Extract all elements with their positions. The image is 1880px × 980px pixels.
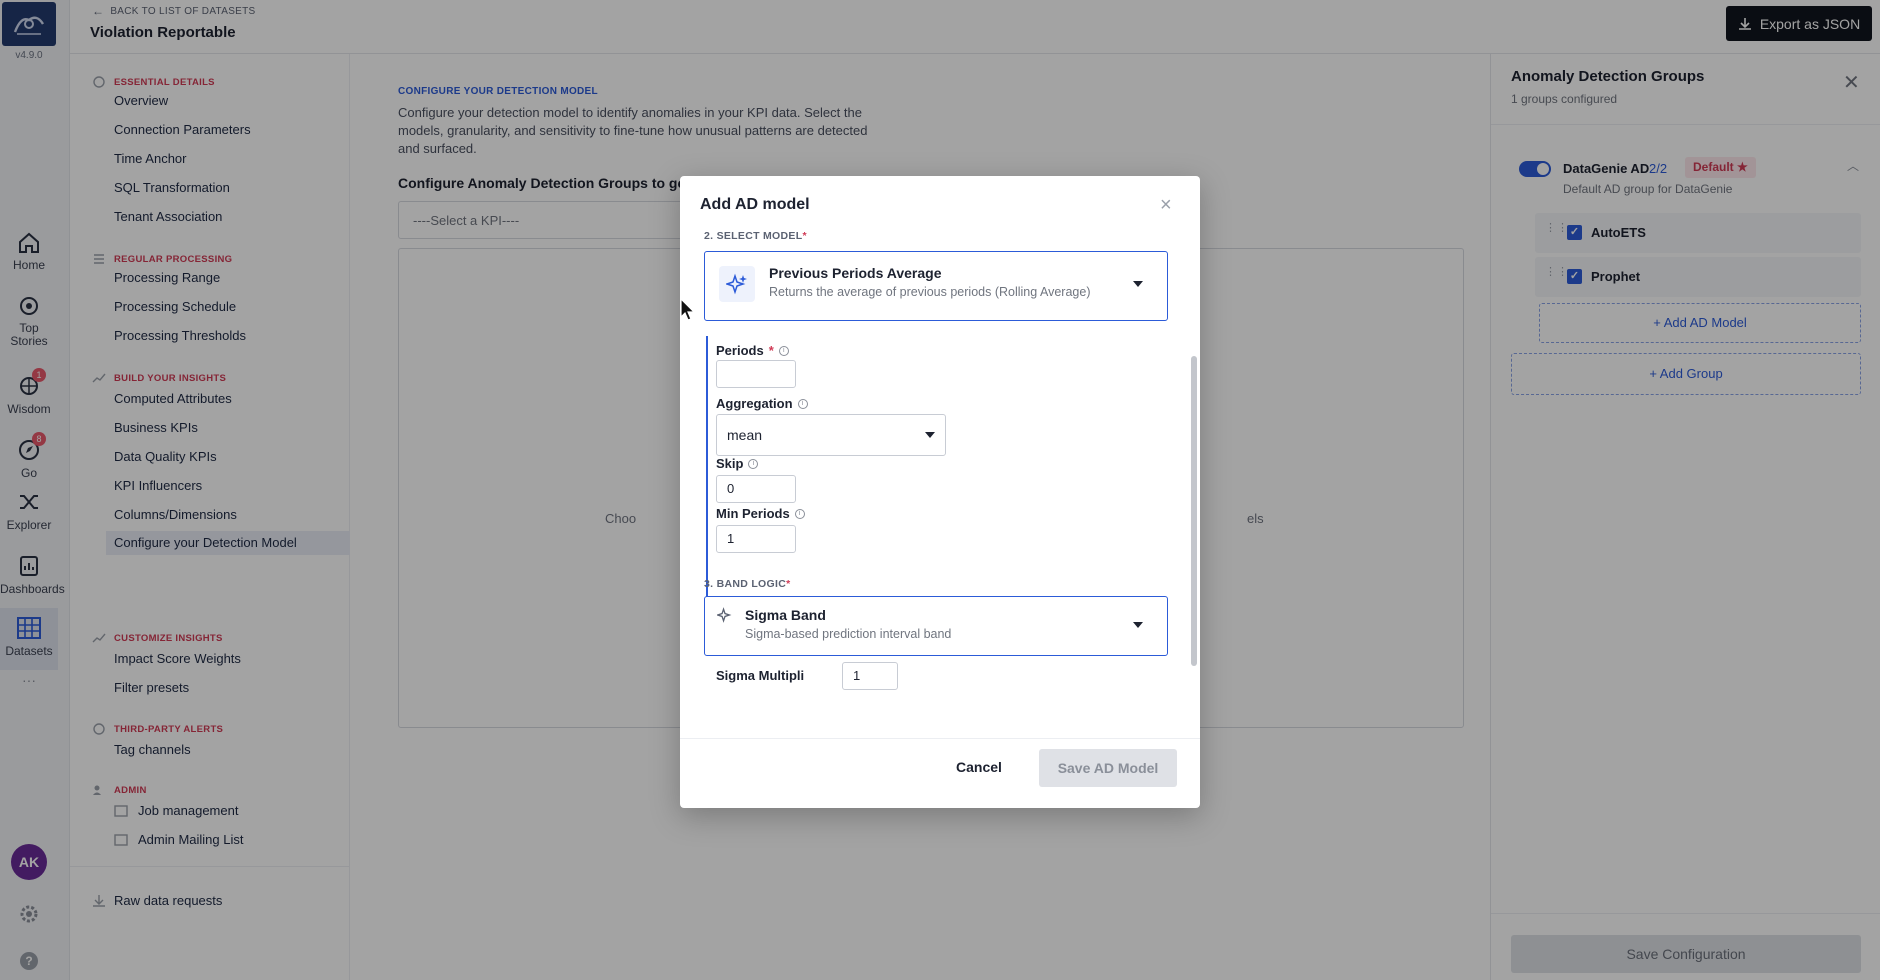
skip-label: Skip i — [716, 456, 759, 471]
close-icon[interactable]: × — [1160, 194, 1172, 217]
model-description: Returns the average of previous periods … — [769, 285, 1091, 299]
required-marker: * — [802, 230, 807, 242]
model-select[interactable]: Previous Periods Average Returns the ave… — [704, 251, 1168, 321]
save-ad-model-button[interactable]: Save AD Model — [1039, 749, 1177, 787]
aggregation-label-text: Aggregation — [716, 396, 793, 411]
dialog-title: Add AD model — [700, 196, 810, 213]
step-band-logic: 3. BAND LOGIC* — [704, 578, 790, 590]
add-ad-model-dialog: Add AD model × 2. SELECT MODEL* Previous… — [680, 176, 1200, 808]
aggregation-label: Aggregation i — [716, 396, 808, 411]
dialog-footer: Cancel Save AD Model — [680, 738, 1200, 808]
caret-down-icon — [925, 432, 935, 438]
min-periods-label-text: Min Periods — [716, 506, 790, 521]
aggregation-value: mean — [727, 427, 763, 443]
periods-label-text: Periods — [716, 343, 764, 358]
params-accent-bar — [706, 336, 708, 604]
min-periods-input[interactable]: 1 — [716, 525, 796, 553]
periods-label: Periods * i — [716, 343, 789, 358]
info-icon[interactable]: i — [794, 508, 805, 519]
caret-down-icon — [1133, 281, 1143, 287]
info-icon[interactable]: i — [748, 458, 759, 469]
periods-input[interactable] — [716, 360, 796, 388]
sparkles-icon — [719, 266, 755, 302]
sparkles-icon — [715, 607, 733, 628]
band-logic-select[interactable]: Sigma Band Sigma-based prediction interv… — [704, 596, 1168, 656]
band-param-input[interactable]: 1 — [842, 662, 898, 690]
app-root: v4.9.0 Home Top Stories Wisdom 1 Go 8 Ex… — [0, 0, 1880, 980]
band-description: Sigma-based prediction interval band — [745, 627, 952, 641]
info-icon[interactable]: i — [797, 398, 808, 409]
min-periods-label: Min Periods i — [716, 506, 805, 521]
caret-down-icon — [1133, 622, 1143, 628]
model-name: Previous Periods Average — [769, 265, 942, 281]
band-param-label: Sigma Multipli — [716, 668, 804, 683]
step-select-model-label: 2. SELECT MODEL — [704, 230, 803, 242]
mouse-cursor-icon — [680, 298, 696, 321]
step-select-model: 2. SELECT MODEL* — [704, 230, 807, 242]
skip-label-text: Skip — [716, 456, 744, 471]
cancel-button[interactable]: Cancel — [956, 759, 1002, 775]
dialog-body: 2. SELECT MODEL* Previous Periods Averag… — [680, 228, 1200, 738]
required-marker: * — [786, 578, 791, 590]
band-name: Sigma Band — [745, 607, 826, 623]
band-param-label-text: Sigma Multipli — [716, 668, 805, 683]
dialog-scrollbar[interactable] — [1191, 356, 1197, 666]
info-icon[interactable]: i — [778, 345, 789, 356]
aggregation-select[interactable]: mean — [716, 414, 946, 456]
required-marker: * — [768, 343, 774, 358]
step-band-logic-label: 3. BAND LOGIC — [704, 578, 787, 590]
skip-input[interactable]: 0 — [716, 475, 796, 503]
